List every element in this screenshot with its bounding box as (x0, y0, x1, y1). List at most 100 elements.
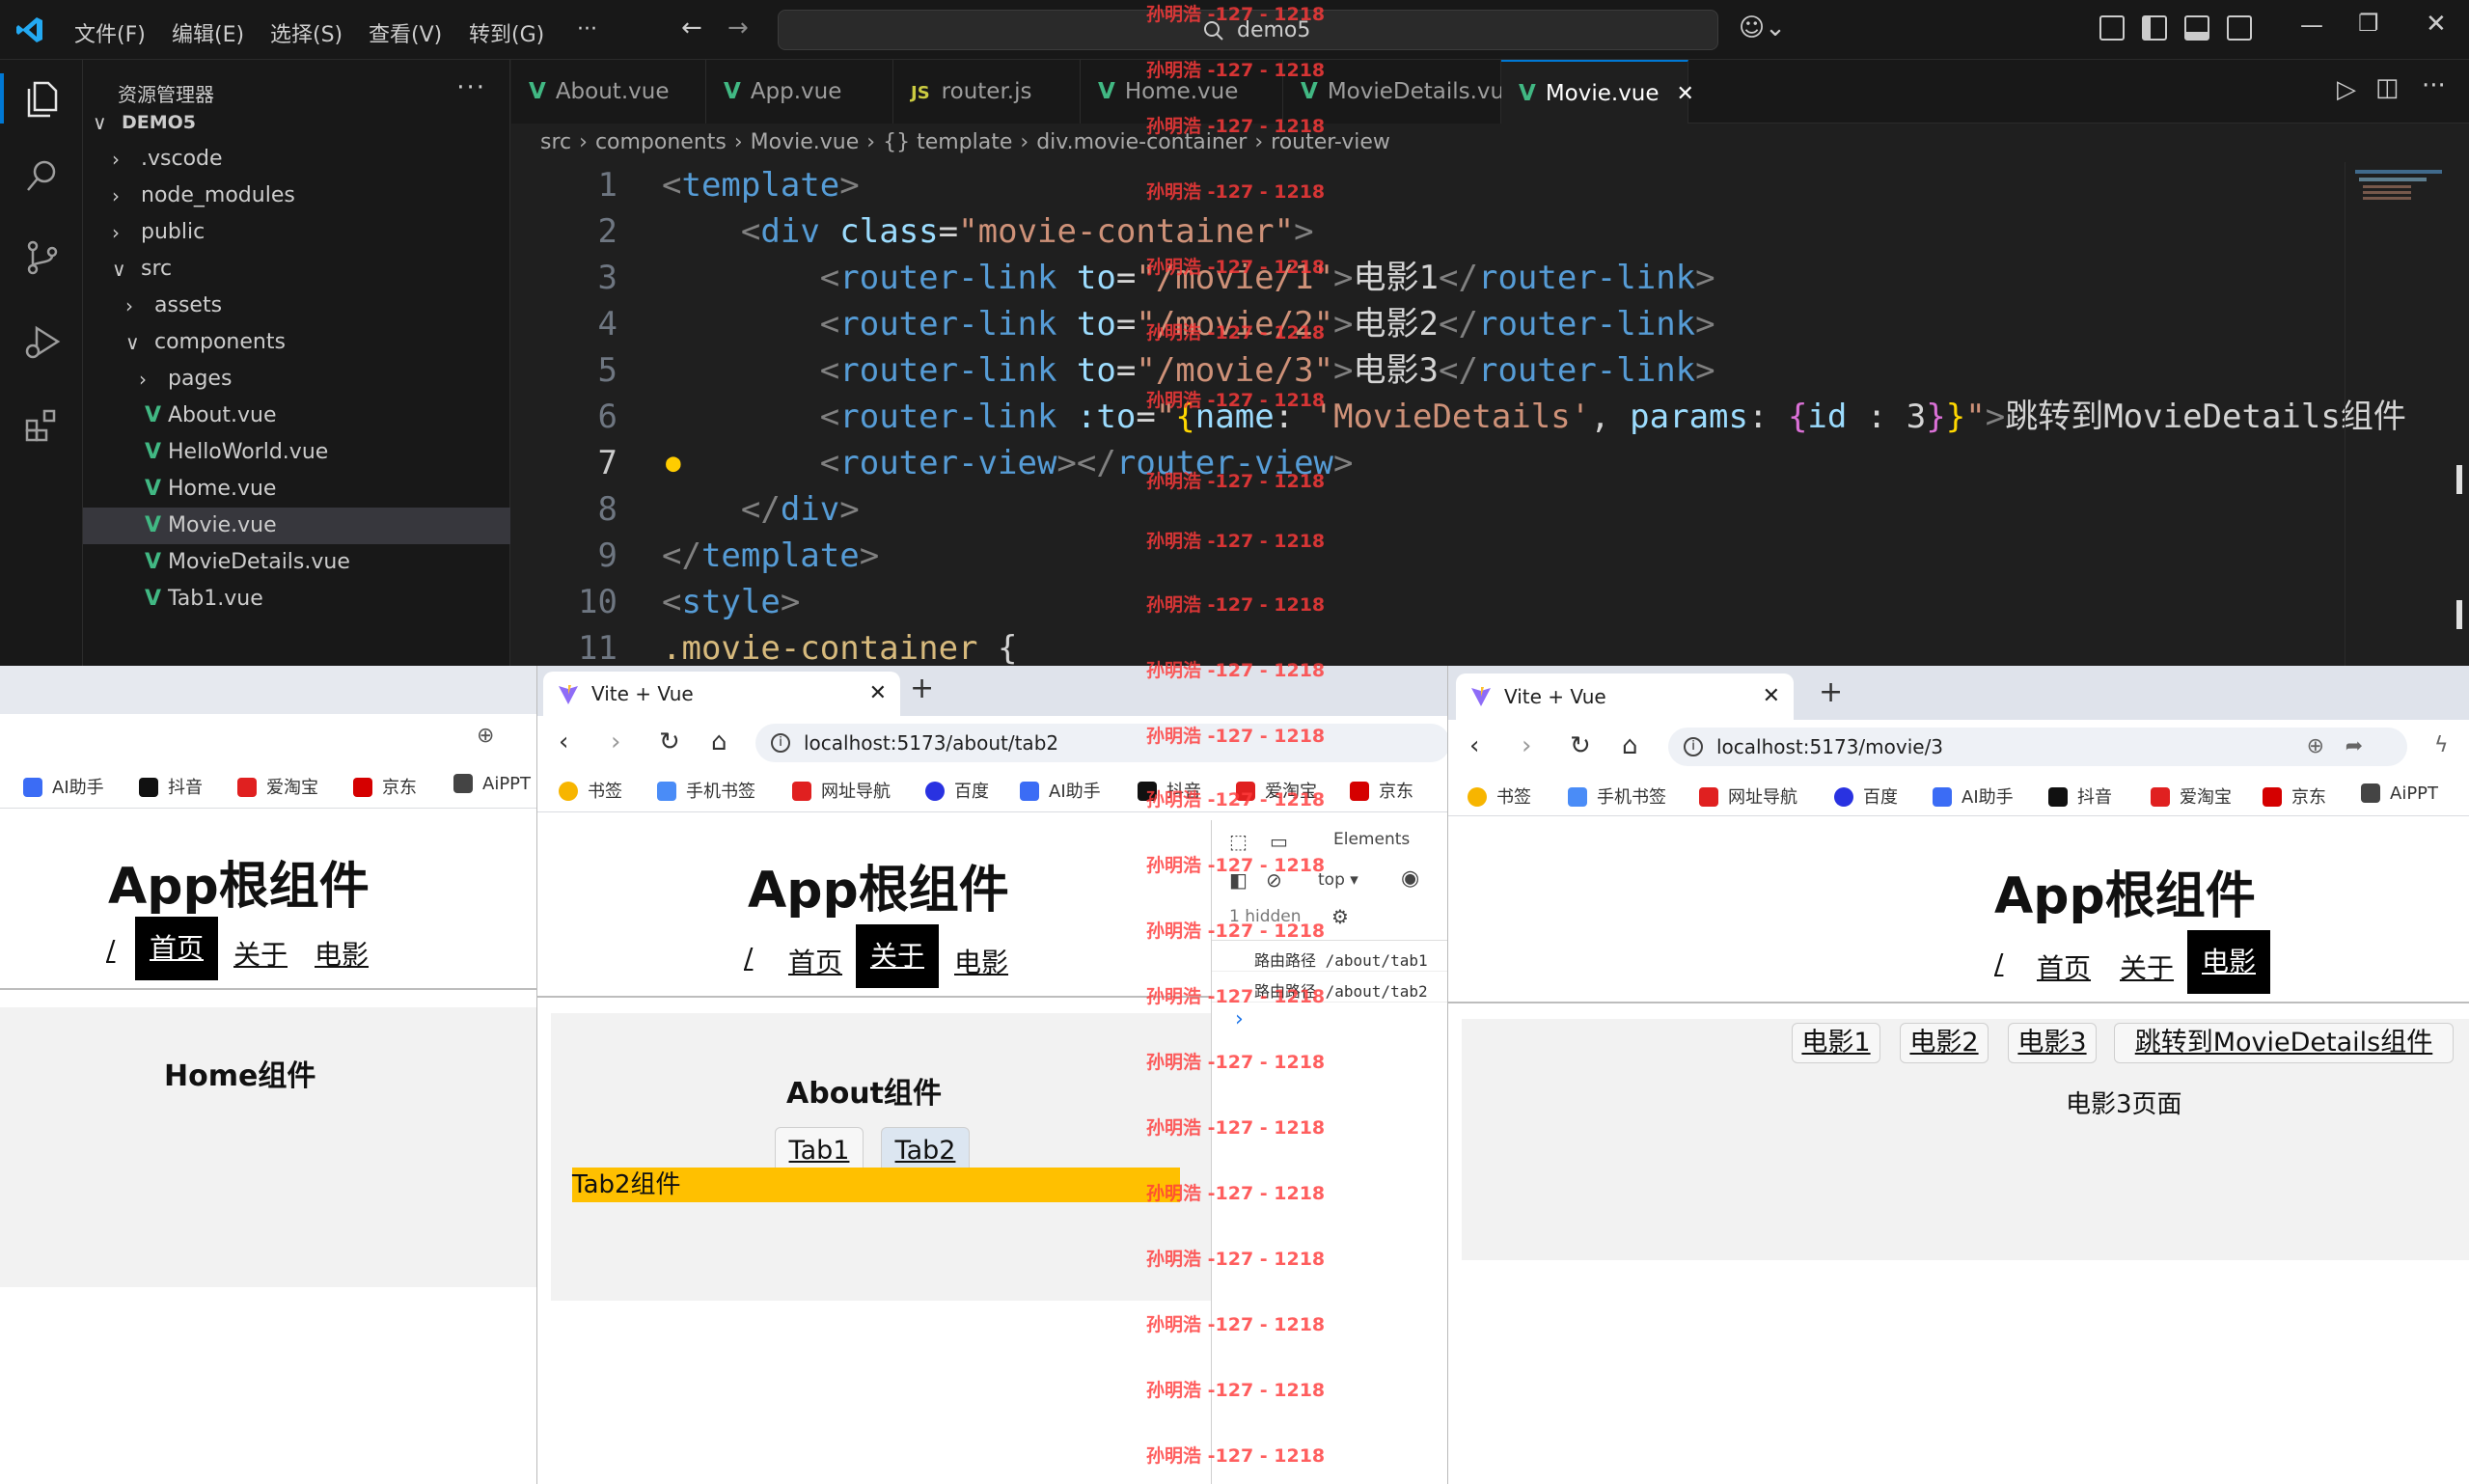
nav-movie-link[interactable]: 电影 (954, 942, 1008, 980)
scrollbar-thumb[interactable] (2456, 600, 2462, 629)
movie3-link[interactable]: 电影3 (2008, 1023, 2097, 1063)
code-view[interactable]: 1 <template> 2 <div class="movie-containe… (511, 162, 2469, 668)
new-tab-button[interactable]: + (1819, 675, 1843, 709)
close-tab-icon[interactable]: ✕ (1763, 673, 1780, 720)
bookmark-baidu[interactable]: 百度 (1834, 783, 1898, 809)
bookmark-ai[interactable]: AI助手 (1020, 778, 1101, 803)
nav-home-link[interactable]: 首页 (788, 942, 842, 980)
bookmark-jd[interactable]: 京东 (2263, 783, 2326, 809)
nav-about-link[interactable]: 关于 (233, 934, 288, 973)
tree-item[interactable]: V HelloWorld.vue (83, 434, 510, 471)
editor-tab[interactable]: V Movie.vue ✕ (1501, 60, 1694, 124)
menu-go[interactable]: 转到(G) (469, 17, 544, 48)
back-icon[interactable]: ‹ (1469, 731, 1479, 760)
forward-icon[interactable]: › (1522, 731, 1531, 760)
nav-about-link[interactable]: 关于 (2120, 948, 2174, 986)
new-tab-button[interactable]: + (910, 672, 934, 705)
nav-movie-link[interactable]: 电影 (2187, 930, 2270, 994)
tree-item[interactable]: V About.vue (83, 398, 510, 434)
nav-root-link[interactable]: / (106, 934, 115, 966)
menu-file[interactable]: 文件(F) (74, 17, 146, 48)
forward-arrow-icon[interactable]: → (727, 14, 749, 42)
eye-icon[interactable]: ◉ (1401, 866, 1419, 891)
reload-icon[interactable]: ↻ (1570, 731, 1591, 760)
bookmark-ai[interactable]: AI助手 (1933, 783, 2014, 809)
nav-home-link[interactable]: 首页 (2037, 948, 2091, 986)
tree-item[interactable]: ∨ components (83, 324, 510, 361)
movie-details-link[interactable]: 跳转到MovieDetails组件 (2114, 1023, 2454, 1063)
bookmark-nav[interactable]: 网址导航 (1699, 783, 1797, 809)
site-info-icon[interactable]: i (771, 733, 790, 753)
back-arrow-icon[interactable]: ← (681, 14, 702, 42)
movie1-link[interactable]: 电影1 (1792, 1023, 1880, 1063)
nav-root-link[interactable]: / (744, 942, 753, 974)
toggle-secondary-sidebar-icon[interactable] (2227, 15, 2252, 41)
run-icon[interactable]: ▷ (2337, 75, 2356, 104)
tree-item[interactable]: V MovieDetails.vue (83, 544, 510, 581)
run-debug-icon[interactable] (23, 322, 62, 361)
editor-more-button[interactable]: ··· (2422, 71, 2446, 100)
bookmark-baidu[interactable]: 百度 (925, 778, 989, 803)
tree-item[interactable]: › assets (83, 288, 510, 324)
settings-gear-icon[interactable]: ⚙ (1331, 905, 1349, 928)
customize-layout-icon[interactable] (2099, 15, 2125, 41)
inspect-icon[interactable]: ⬚ (1229, 830, 1248, 853)
scrollbar-thumb[interactable] (2456, 465, 2462, 494)
console-prompt[interactable]: › (1235, 1007, 1244, 1031)
bookmark-ai[interactable]: AI助手 (23, 774, 104, 799)
tree-item[interactable]: V Home.vue (83, 471, 510, 508)
nav-movie-link[interactable]: 电影 (315, 934, 369, 973)
breadcrumb-item[interactable]: {} template (883, 130, 1012, 154)
address-bar[interactable]: i localhost:5173/movie/3 ⊕ ➦ (1668, 728, 2407, 766)
toggle-panel-icon[interactable] (2184, 15, 2209, 41)
bookmark-aippt[interactable]: AiPPT (2361, 783, 2438, 804)
forward-icon[interactable]: › (611, 728, 620, 756)
menu-edit[interactable]: 编辑(E) (172, 17, 244, 48)
explorer-icon[interactable] (23, 79, 62, 118)
breadcrumb-item[interactable]: src (540, 130, 571, 154)
source-control-icon[interactable] (23, 238, 62, 277)
breadcrumb-item[interactable]: components (595, 130, 727, 154)
home-icon[interactable]: ⌂ (1622, 731, 1638, 760)
close-window-icon[interactable]: ✕ (2426, 10, 2447, 39)
editor-tab[interactable]: V App.vue (706, 60, 893, 124)
bookmark-taobao[interactable]: 爱淘宝 (2151, 783, 2232, 809)
explorer-more-button[interactable]: ··· (456, 73, 486, 102)
bookmark-nav[interactable]: 网址导航 (792, 778, 891, 803)
bookmark-star[interactable]: 书签 (559, 778, 622, 803)
reload-icon[interactable]: ↻ (659, 728, 680, 756)
minimize-icon[interactable]: — (2300, 12, 2323, 39)
nav-root-link[interactable]: / (1994, 948, 2003, 979)
bookmark-aippt[interactable]: AiPPT (453, 774, 531, 794)
browser-tab[interactable]: Vite + Vue ✕ (543, 672, 900, 716)
bookmark-jd[interactable]: 京东 (353, 774, 417, 799)
close-tab-icon[interactable]: ✕ (869, 672, 887, 716)
tree-item[interactable]: V Movie.vue (83, 508, 510, 544)
menu-view[interactable]: 查看(V) (369, 17, 442, 48)
elements-tab[interactable]: Elements (1333, 830, 1410, 849)
bookmark-douyin[interactable]: 抖音 (2048, 783, 2112, 809)
close-tab-icon[interactable]: ✕ (1677, 82, 1694, 106)
toggle-sidebar-icon[interactable] (2142, 15, 2167, 41)
menu-selection[interactable]: 选择(S) (270, 17, 343, 48)
share-icon[interactable]: ➦ (2346, 728, 2363, 766)
copilot-icon[interactable]: ☺⌄ (1739, 14, 1786, 42)
address-bar[interactable]: i localhost:5173/about/tab2 (755, 724, 1449, 762)
bookmark-mobile[interactable]: 手机书签 (657, 778, 755, 803)
browser-tab[interactable]: Vite + Vue ✕ (1456, 673, 1794, 720)
split-editor-icon[interactable]: ◫ (2375, 73, 2400, 102)
zoom-icon[interactable]: ⊕ (477, 724, 494, 748)
tree-item[interactable]: ∨ src (83, 251, 510, 288)
search-view-icon[interactable] (23, 156, 62, 195)
bookmark-mobile[interactable]: 手机书签 (1568, 783, 1666, 809)
home-icon[interactable]: ⌂ (711, 728, 727, 756)
device-toggle-icon[interactable]: ▭ (1270, 830, 1288, 853)
tree-item[interactable]: › .vscode (83, 141, 510, 178)
bookmark-jd[interactable]: 京东 (1350, 778, 1413, 803)
menu-more[interactable]: ··· (577, 17, 597, 41)
bookmark-star[interactable]: 书签 (1468, 783, 1531, 809)
zoom-icon[interactable]: ⊕ (2307, 728, 2324, 766)
back-icon[interactable]: ‹ (559, 728, 568, 756)
tree-item[interactable]: › public (83, 214, 510, 251)
tree-item[interactable]: › node_modules (83, 178, 510, 214)
